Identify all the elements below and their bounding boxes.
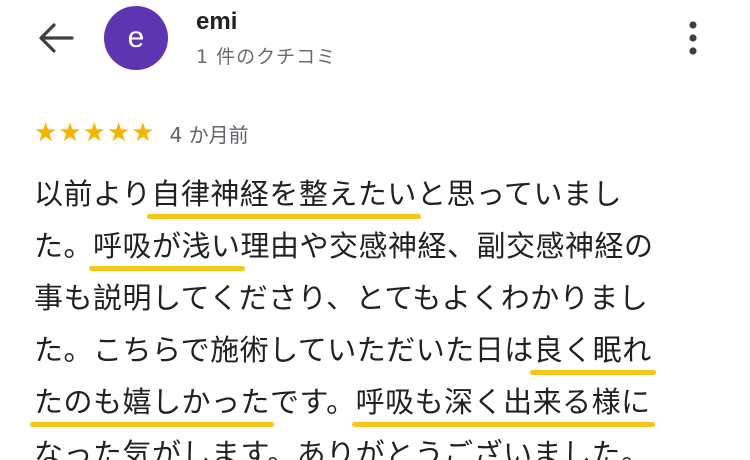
review-text-segment: と思っていまし — [416, 177, 622, 211]
highlighted-phrase: 良く眠れ — [533, 333, 652, 367]
review-date: 4 か月前 — [169, 122, 249, 147]
review-line: た。こちらで施術していただいた日は良く眠れ — [34, 324, 734, 376]
highlighted-phrase: 呼吸が浅い — [93, 229, 241, 263]
star-rating: ★ ★ ★ ★ ★ — [34, 120, 156, 146]
review-text-segment: た。 — [34, 229, 94, 263]
highlighted-phrase: たのも嬉しかった — [34, 385, 271, 419]
review-body: 以前より自律神経を整えたいと思っていまし た。呼吸が浅い理由や交感神経、副交感神経… — [34, 168, 734, 460]
star-icon: ★ — [82, 118, 106, 148]
avatar[interactable]: e — [104, 6, 168, 70]
star-icon: ★ — [106, 118, 131, 148]
review-line: 以前より自律神経を整えたいと思っていまし — [34, 168, 734, 220]
star-icon: ★ — [131, 118, 155, 148]
highlighted-phrase: 呼吸も深く出来る様に — [355, 385, 651, 419]
back-button[interactable] — [30, 20, 82, 60]
review-count: 1 件のクチコミ — [196, 46, 337, 68]
user-name[interactable]: emi — [196, 8, 237, 36]
rating-row: ★ ★ ★ ★ ★ 4 か月前 — [34, 118, 249, 148]
more-vert-icon — [688, 20, 698, 60]
review-text-segment: 事も説明してくださり、とてもよくわかりまし — [34, 281, 649, 315]
review-line: たのも嬉しかったです。呼吸も深く出来る様に — [34, 376, 734, 428]
review-line: 事も説明してくださり、とてもよくわかりまし — [34, 272, 734, 324]
review-text-segment: なった気がします。ありがとうございました。 — [34, 437, 651, 460]
avatar-letter: e — [127, 21, 145, 54]
star-icon: ★ — [58, 118, 82, 148]
review-line: た。呼吸が浅い理由や交感神経、副交感神経の — [34, 220, 734, 272]
review-text-segment: 理由や交感神経、副交感神経の — [240, 229, 654, 263]
review-text-segment: 以前より — [34, 177, 152, 211]
review-text-segment: です。 — [270, 385, 356, 419]
star-icon: ★ — [34, 118, 58, 148]
arrow-left-icon — [38, 22, 74, 58]
more-options-button[interactable] — [676, 14, 710, 66]
review-header: e emi 1 件のクチコミ — [0, 0, 750, 90]
review-text-segment: た。こちらで施術していただいた日は — [34, 333, 534, 367]
highlighted-phrase: 自律神経を整えたい — [151, 177, 417, 211]
review-line: なった気がします。ありがとうございました。 — [34, 428, 734, 460]
